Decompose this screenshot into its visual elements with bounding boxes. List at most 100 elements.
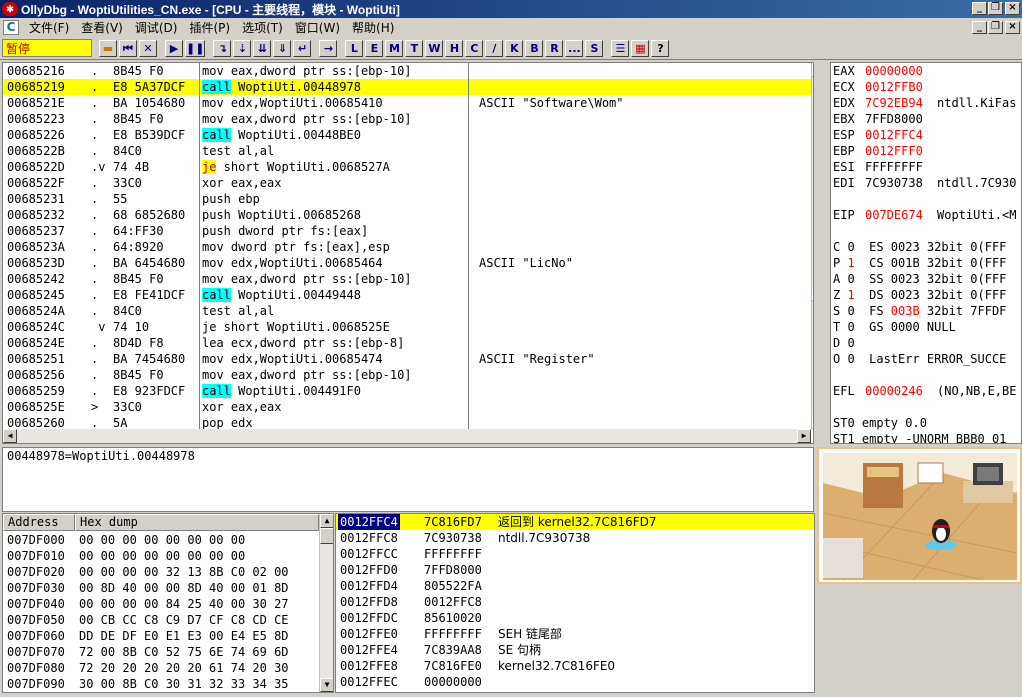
scroll-up-icon[interactable]: ▲ bbox=[812, 63, 813, 77]
register-row[interactable] bbox=[833, 223, 937, 239]
toolbar-patches-button[interactable]: / bbox=[485, 39, 504, 57]
dump-row[interactable]: 007DF000 00 00 00 00 00 00 00 00 bbox=[7, 532, 245, 548]
stack-row[interactable]: 0012FFC4 7C816FD7 返回到 kernel32.7C816FD7 bbox=[336, 514, 814, 530]
register-row[interactable]: ST1 empty -UNORM BBB0 01 bbox=[833, 431, 1006, 443]
scroll-thumb[interactable] bbox=[812, 287, 813, 301]
register-row[interactable]: ST0 empty 0.0 bbox=[833, 415, 927, 431]
register-row[interactable]: EBP 0012FFF0 bbox=[833, 143, 937, 159]
menu-plugins[interactable]: 插件(P) bbox=[183, 19, 236, 36]
toolbar-windows-button[interactable]: W bbox=[425, 39, 444, 57]
toolbar-modules-button[interactable]: E bbox=[365, 39, 384, 57]
trace-over-icon[interactable]: ⇓ bbox=[273, 39, 292, 57]
toolbar-cpu-button[interactable]: C bbox=[465, 39, 484, 57]
disasm-row[interactable]: 00685237. 64:FF30 push dword ptr fs:[eax] bbox=[3, 223, 813, 239]
disassembly-vscroll[interactable]: ▲ ▼ bbox=[811, 63, 813, 429]
disasm-row[interactable]: 00685232. 68 6852680 push WoptiUti.0068526… bbox=[3, 207, 813, 223]
toolbar-threads-button[interactable]: T bbox=[405, 39, 424, 57]
disassembly-pane[interactable]: 00685216. 8B45 F0 mov eax,dword ptr ss:[eb… bbox=[2, 62, 814, 444]
toolbar-source-button[interactable]: S bbox=[585, 39, 604, 57]
register-row[interactable]: O 0 LastErr ERROR_SUCCE bbox=[833, 351, 1006, 367]
toolbar-callstack-button[interactable]: K bbox=[505, 39, 524, 57]
menu-help[interactable]: 帮助(H) bbox=[346, 19, 400, 36]
close-button[interactable]: × bbox=[1005, 2, 1020, 15]
register-row[interactable]: ECX 0012FFB0 bbox=[833, 79, 937, 95]
disasm-row[interactable]: 00685219. E8 5A37DCF call WoptiUti.0044897… bbox=[3, 79, 813, 95]
menu-view[interactable]: 查看(V) bbox=[75, 19, 129, 36]
dump-row[interactable]: 007DF010 00 00 00 00 00 00 00 00 bbox=[7, 548, 245, 564]
register-row[interactable]: P 1 CS 001B 32bit 0(FFF bbox=[833, 255, 1006, 271]
close-process-icon[interactable]: ✕ bbox=[139, 39, 157, 57]
disasm-row[interactable]: 00685245. E8 FE41DCF call WoptiUti.0044944… bbox=[3, 287, 813, 303]
trace-into-icon[interactable]: ⇊ bbox=[253, 39, 272, 57]
register-row[interactable] bbox=[833, 367, 937, 383]
disasm-row[interactable]: 0068522F. 33C0 xor eax,eax bbox=[3, 175, 813, 191]
disasm-row[interactable]: 0068524E. 8D4D F8 lea ecx,dword ptr ss:[eb… bbox=[3, 335, 813, 351]
toolbar-log-button[interactable]: L bbox=[345, 39, 364, 57]
disasm-row[interactable]: 0068522D .v 74 4B je short WoptiUti.0068527… bbox=[3, 159, 813, 175]
execute-till-return-icon[interactable]: ↵ bbox=[293, 39, 312, 57]
stack-row[interactable]: 0012FFEC 00000000 bbox=[336, 674, 814, 690]
toolbar-memory-button[interactable]: M bbox=[385, 39, 404, 57]
registers-pane[interactable]: EAX 00000000 ECX 0012FFB0 EDX 7C92EB94 ntdll.K… bbox=[830, 62, 1022, 444]
register-row[interactable]: ESI FFFFFFFF bbox=[833, 159, 937, 175]
run-icon[interactable]: ▶ bbox=[165, 39, 183, 57]
register-row[interactable]: T 0 GS 0000 NULL bbox=[833, 319, 956, 335]
toolbar-runtrace-button[interactable]: ... bbox=[565, 39, 584, 57]
list-icon[interactable]: ☰ bbox=[611, 39, 630, 57]
pause-icon[interactable]: ❚❚ bbox=[185, 39, 206, 57]
register-row[interactable]: ESP 0012FFC4 bbox=[833, 127, 937, 143]
disasm-row[interactable]: 00685231. 55 push ebp bbox=[3, 191, 813, 207]
dump-row[interactable]: 007DF040 00 00 00 00 84 25 40 00 30 27 bbox=[7, 596, 289, 612]
stack-row[interactable]: 0012FFDC 85610020 bbox=[336, 610, 814, 626]
disasm-row[interactable]: 00685216. 8B45 F0 mov eax,dword ptr ss:[eb… bbox=[3, 63, 813, 79]
stack-pane[interactable]: 0012FFC4 7C816FD7 返回到 kernel32.7C816FD7 001… bbox=[335, 513, 815, 693]
stack-row[interactable]: 0012FFD4 805522FA bbox=[336, 578, 814, 594]
open-folder-icon[interactable]: ▬ bbox=[99, 39, 117, 57]
register-row[interactable]: EIP 007DE674 WoptiUti.<M bbox=[833, 207, 1016, 223]
color-grid-icon[interactable]: ▦ bbox=[631, 39, 650, 57]
stack-row[interactable]: 0012FFE0 FFFFFFFF SEH 链尾部 bbox=[336, 626, 814, 642]
register-row[interactable]: EAX 00000000 bbox=[833, 63, 937, 79]
scroll-down-icon[interactable]: ▼ bbox=[320, 678, 333, 692]
stack-row[interactable]: 0012FFC8 7C930738 ntdll.7C930738 bbox=[336, 530, 814, 546]
toolbar-handles-button[interactable]: H bbox=[445, 39, 464, 57]
step-over-icon[interactable]: ⇣ bbox=[233, 39, 252, 57]
scroll-thumb[interactable] bbox=[320, 528, 333, 544]
disasm-row[interactable]: 00685251. BA 7454680 mov edx,WoptiUti.0068… bbox=[3, 351, 813, 367]
dump-row[interactable]: 007DF030 00 8D 40 00 00 8D 40 00 01 8D bbox=[7, 580, 289, 596]
register-row[interactable]: EBX 7FFD8000 bbox=[833, 111, 937, 127]
disasm-row[interactable]: 0068521E. BA 1054680 mov edx,WoptiUti.0068… bbox=[3, 95, 813, 111]
toolbar-references-button[interactable]: R bbox=[545, 39, 564, 57]
child-restore-button[interactable]: ❐ bbox=[988, 21, 1003, 34]
child-close-button[interactable]: × bbox=[1005, 21, 1020, 34]
dump-row[interactable]: 007DF080 72 20 20 20 20 20 61 74 20 30 bbox=[7, 660, 289, 676]
scroll-up-icon[interactable]: ▲ bbox=[320, 514, 333, 528]
step-into-icon[interactable]: ↴ bbox=[213, 39, 232, 57]
dump-vscroll[interactable]: ▲ ▼ bbox=[319, 514, 333, 692]
scroll-right-icon[interactable]: ▶ bbox=[797, 429, 811, 443]
register-row[interactable]: S 0 FS 003B 32bit 7FFDF bbox=[833, 303, 1006, 319]
help-icon[interactable]: ? bbox=[651, 39, 670, 57]
toolbar-breakpoints-button[interactable]: B bbox=[525, 39, 544, 57]
register-row[interactable]: C 0 ES 0023 32bit 0(FFF bbox=[833, 239, 1006, 255]
dump-row[interactable]: 007DF050 00 CB CC C8 C9 D7 CF C8 CD CE bbox=[7, 612, 289, 628]
register-row[interactable]: EDI 7C930738 ntdll.7C930 bbox=[833, 175, 1016, 191]
disasm-row[interactable]: 00685226. E8 B539DCF call WoptiUti.00448BE… bbox=[3, 127, 813, 143]
hex-dump-pane[interactable]: Address Hex dump 007DF000 00 00 00 00 00 … bbox=[2, 513, 334, 693]
disasm-row[interactable]: 00685259. E8 923FDCF call WoptiUti.004491F… bbox=[3, 383, 813, 399]
stack-row[interactable]: 0012FFE8 7C816FE0 kernel32.7C816FE0 bbox=[336, 658, 814, 674]
register-row[interactable] bbox=[833, 191, 937, 207]
register-row[interactable] bbox=[833, 399, 937, 415]
minimize-button[interactable]: _ bbox=[972, 2, 987, 15]
register-row[interactable]: EFL 00000246 (NO,NB,E,BE bbox=[833, 383, 1016, 399]
register-row[interactable]: A 0 SS 0023 32bit 0(FFF bbox=[833, 271, 1006, 287]
stack-row[interactable]: 0012FFCC FFFFFFFF bbox=[336, 546, 814, 562]
disasm-row[interactable]: 0068523A. 64:8920 mov dword ptr fs:[eax],e… bbox=[3, 239, 813, 255]
stack-row[interactable]: 0012FFD0 7FFD8000 bbox=[336, 562, 814, 578]
menu-file[interactable]: 文件(F) bbox=[23, 19, 75, 36]
dump-header-address[interactable]: Address bbox=[3, 514, 75, 531]
disasm-row[interactable]: 00685223. 8B45 F0 mov eax,dword ptr ss:[eb… bbox=[3, 111, 813, 127]
menu-options[interactable]: 选项(T) bbox=[236, 19, 289, 36]
scroll-left-icon[interactable]: ◀ bbox=[3, 429, 17, 443]
menu-debug[interactable]: 调试(D) bbox=[129, 19, 184, 36]
